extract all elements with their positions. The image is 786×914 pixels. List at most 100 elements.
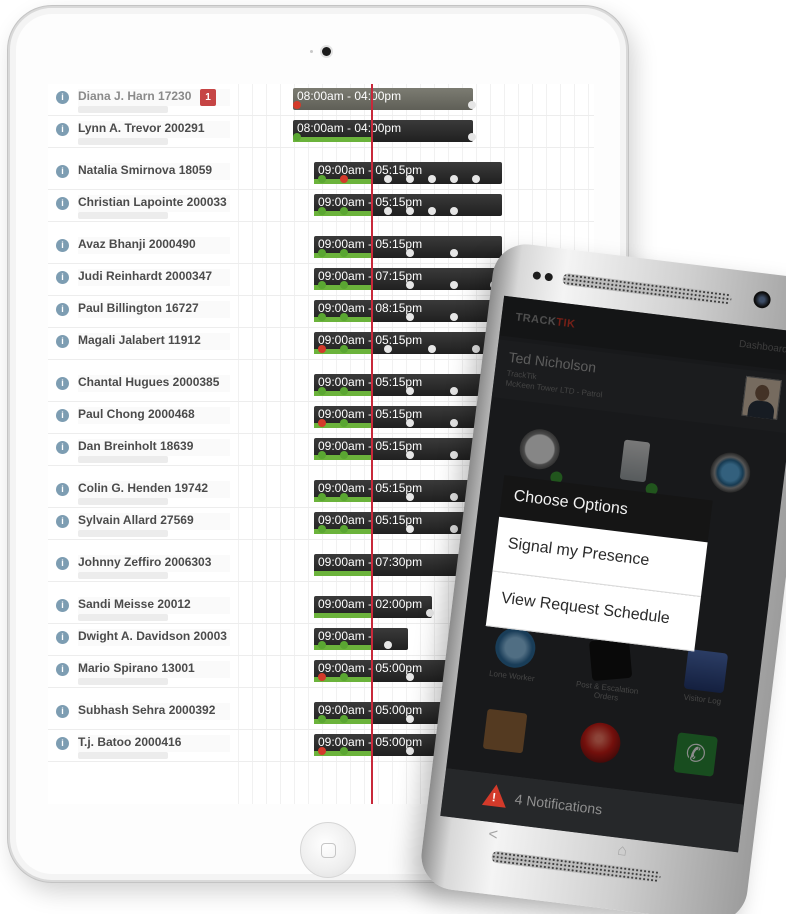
employee-row[interactable]: i Christian Lapointe 200033 09:00am - 05… <box>48 190 594 222</box>
info-icon[interactable]: i <box>56 705 69 718</box>
checkpoint-dot <box>450 525 458 533</box>
checkpoint-dot <box>450 493 458 501</box>
employee-name[interactable]: Christian Lapointe 200033 <box>78 195 230 212</box>
checkpoint-dot <box>406 525 414 533</box>
checkpoint-dot <box>468 133 476 141</box>
phone-top-speaker <box>561 272 733 306</box>
info-icon[interactable]: i <box>56 483 69 496</box>
checkpoint-dot <box>318 451 326 459</box>
shift-bar[interactable]: 09:00am - 02:00pm <box>314 596 434 618</box>
tablet-camera <box>322 47 331 56</box>
checkpoint-dot <box>340 249 348 257</box>
employee-name[interactable]: Johnny Zeffiro 2006303 <box>78 555 230 572</box>
info-icon[interactable]: i <box>56 663 69 676</box>
checkpoint-dot <box>318 345 326 353</box>
employee-name[interactable]: Dan Breinholt 18639 <box>78 439 230 456</box>
checkpoint-dot <box>340 175 348 183</box>
employee-name[interactable]: Dwight A. Davidson 20003 <box>78 629 230 646</box>
employee-name[interactable]: Paul Billington 16727 <box>78 301 230 318</box>
checkpoint-dot <box>318 715 326 723</box>
shift-bar[interactable]: 09:00am - 05:15pm <box>314 194 502 216</box>
alert-badge[interactable]: 1 <box>200 89 216 106</box>
checkpoint-dot <box>472 175 480 183</box>
checkpoint-dot <box>318 387 326 395</box>
phone-camera <box>752 290 772 310</box>
info-icon[interactable]: i <box>56 165 69 178</box>
info-icon[interactable]: i <box>56 91 69 104</box>
shift-bar[interactable]: 09:00am - 05:15pm <box>314 332 502 354</box>
employee-name[interactable]: Lynn A. Trevor 200291 <box>78 121 230 138</box>
checkpoint-dot <box>340 525 348 533</box>
home-square-icon <box>321 843 336 858</box>
checkpoint-dot <box>318 313 326 321</box>
checkpoint-dot <box>318 525 326 533</box>
checkpoint-dot <box>318 641 326 649</box>
checkpoint-dot <box>406 451 414 459</box>
info-icon[interactable]: i <box>56 441 69 454</box>
shift-bar[interactable]: 09:00am - 05:15pm <box>314 374 502 396</box>
employee-name[interactable]: Chantal Hugues 2000385 <box>78 375 230 392</box>
checkpoint-dot <box>340 387 348 395</box>
info-icon[interactable]: i <box>56 737 69 750</box>
shift-bar[interactable]: 09:00am - 05:15pm <box>314 162 502 184</box>
info-icon[interactable]: i <box>56 409 69 422</box>
info-icon[interactable]: i <box>56 335 69 348</box>
checkpoint-dot <box>406 207 414 215</box>
checkpoint-dot <box>450 207 458 215</box>
employee-name[interactable]: Magali Jalabert 11912 <box>78 333 230 350</box>
info-icon[interactable]: i <box>56 303 69 316</box>
employee-name[interactable]: Subhash Sehra 2000392 <box>78 703 230 720</box>
checkpoint-dot <box>318 175 326 183</box>
info-icon[interactable]: i <box>56 123 69 136</box>
shift-bar[interactable]: 08:00am - 04:00pm <box>293 120 476 142</box>
info-icon[interactable]: i <box>56 599 69 612</box>
employee-subtext <box>78 212 168 219</box>
checkpoint-dot <box>406 493 414 501</box>
info-icon[interactable]: i <box>56 631 69 644</box>
employee-name[interactable]: Natalia Smirnova 18059 <box>78 163 230 180</box>
employee-name[interactable]: Paul Chong 2000468 <box>78 407 230 424</box>
notifications-count: 4 Notifications <box>513 790 604 818</box>
shift-bar[interactable]: 09:00am - <box>314 628 408 650</box>
employee-name[interactable]: Mario Spirano 13001 <box>78 661 230 678</box>
choose-options-dialog: Choose Options Signal my Presence View R… <box>485 475 713 652</box>
employee-row[interactable]: i Diana J. Harn 17230 1 08:00am - 04:00p… <box>48 84 594 116</box>
checkpoint-dot <box>318 493 326 501</box>
checkpoint-dot <box>406 387 414 395</box>
info-icon[interactable]: i <box>56 515 69 528</box>
checkpoint-dot <box>406 715 414 723</box>
employee-subtext <box>78 138 168 145</box>
checkpoint-dot <box>406 673 414 681</box>
employee-subtext <box>78 456 168 463</box>
checkpoint-dot <box>318 747 326 755</box>
home-icon[interactable]: ⌂ <box>616 842 628 861</box>
info-icon[interactable]: i <box>56 239 69 252</box>
shift-bar[interactable]: 09:00am - 07:15pm <box>314 268 514 290</box>
employee-name[interactable]: Sylvain Allard 27569 <box>78 513 230 530</box>
checkpoint-dot <box>384 175 392 183</box>
tablet-home-button[interactable] <box>300 822 356 878</box>
employee-name[interactable]: Judi Reinhardt 2000347 <box>78 269 230 286</box>
checkpoint-dot <box>340 451 348 459</box>
info-icon[interactable]: i <box>56 377 69 390</box>
checkpoint-dot <box>318 673 326 681</box>
shift-progress <box>293 137 371 142</box>
back-icon[interactable]: < <box>487 826 498 845</box>
info-icon[interactable]: i <box>56 557 69 570</box>
shift-bar[interactable]: 09:00am - 08:15pm <box>314 300 514 322</box>
checkpoint-dot <box>406 249 414 257</box>
employee-name[interactable]: T.j. Batoo 2000416 <box>78 735 230 752</box>
checkpoint-dot <box>450 175 458 183</box>
employee-row[interactable]: i Lynn A. Trevor 200291 08:00am - 04:00p… <box>48 116 594 148</box>
shift-bar[interactable]: 08:00am - 04:00pm <box>293 88 476 110</box>
checkpoint-dot <box>426 609 434 617</box>
employee-name[interactable]: Sandi Meisse 20012 <box>78 597 230 614</box>
employee-name[interactable]: Avaz Bhanji 2000490 <box>78 237 230 254</box>
employee-name[interactable]: Colin G. Henden 19742 <box>78 481 230 498</box>
checkpoint-dot <box>428 345 436 353</box>
info-icon[interactable]: i <box>56 271 69 284</box>
employee-row[interactable]: i Natalia Smirnova 18059 09:00am - 05:15… <box>48 158 594 190</box>
checkpoint-dot <box>340 207 348 215</box>
info-icon[interactable]: i <box>56 197 69 210</box>
shift-bar[interactable]: 09:00am - 05:15pm <box>314 236 502 258</box>
